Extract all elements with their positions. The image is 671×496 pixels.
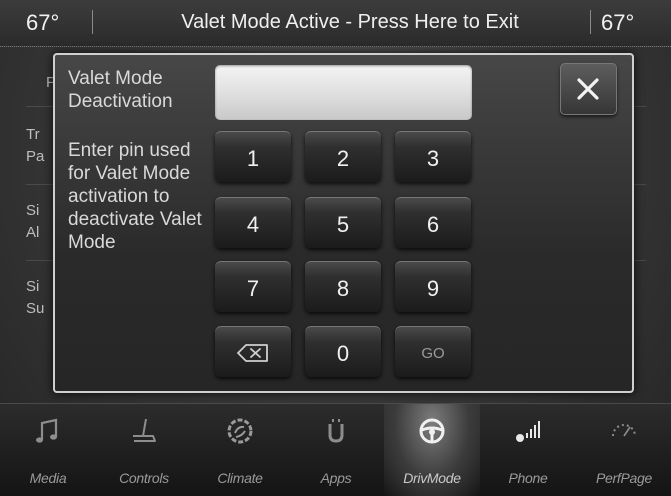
steering-wheel-icon [419, 418, 445, 444]
driver-temperature[interactable]: 67° [26, 10, 59, 36]
nav-label: DrivMode [403, 470, 461, 486]
dialog-instructions: Enter pin used for Valet Mode activation… [68, 140, 202, 253]
background-text: Si [26, 202, 40, 219]
close-button[interactable] [560, 63, 617, 115]
background-text: Tr [26, 126, 40, 143]
nav-phone[interactable]: Phone [480, 404, 576, 496]
bottom-nav: Media Controls Climate Apps DrivMode Pho… [0, 403, 671, 496]
nav-label: Apps [320, 470, 352, 486]
keypad-key-6[interactable]: 6 [395, 197, 471, 248]
background-text: Pa [26, 148, 45, 165]
keypad-key-2[interactable]: 2 [305, 131, 381, 182]
nav-label: Phone [508, 470, 548, 486]
background-text: Su [26, 300, 45, 317]
valet-mode-exit-banner[interactable]: Valet Mode Active - Press Here to Exit [150, 11, 550, 34]
nav-label: Climate [217, 470, 263, 486]
head-unit-screen: 67° Valet Mode Active - Press Here to Ex… [0, 0, 671, 496]
seat-icon [133, 418, 156, 442]
keypad-key-1[interactable]: 1 [215, 131, 291, 182]
nav-perfpage[interactable]: PerfPage [576, 404, 671, 496]
keypad-key-0[interactable]: 0 [305, 326, 381, 377]
keypad-key-8[interactable]: 8 [305, 261, 381, 312]
keypad-key-4[interactable]: 4 [215, 197, 291, 248]
background-text: Al [26, 224, 40, 241]
nav-label: Controls [119, 470, 169, 486]
phone-signal-icon [516, 421, 540, 442]
nav-apps[interactable]: Apps [288, 404, 384, 496]
nav-label: Media [29, 470, 67, 486]
nav-climate[interactable]: Climate [192, 404, 288, 496]
keypad-key-9[interactable]: 9 [395, 261, 471, 312]
dialog-title: Valet Mode Deactivation [68, 68, 173, 112]
pin-input[interactable] [215, 65, 472, 120]
divider [590, 10, 591, 34]
keypad-key-7[interactable]: 7 [215, 261, 291, 312]
passenger-temperature[interactable]: 67° [601, 10, 634, 36]
apps-icon [328, 419, 344, 443]
gauge-icon [612, 424, 636, 437]
close-icon [577, 78, 599, 100]
nav-media[interactable]: Media [0, 404, 96, 496]
nav-label: PerfPage [596, 470, 652, 486]
divider [92, 10, 93, 34]
nav-controls[interactable]: Controls [96, 404, 192, 496]
go-button[interactable]: GO [395, 326, 471, 377]
climate-icon [227, 418, 253, 444]
keypad-key-3[interactable]: 3 [395, 131, 471, 182]
nav-drivemode[interactable]: DrivMode [384, 404, 480, 496]
valet-deactivation-dialog: Valet Mode Deactivation Enter pin used f… [53, 53, 634, 393]
keypad-key-5[interactable]: 5 [305, 197, 381, 248]
status-bar: 67° Valet Mode Active - Press Here to Ex… [0, 0, 671, 47]
backspace-button[interactable] [215, 326, 291, 377]
music-note-icon [36, 418, 58, 443]
background-text: Si [26, 278, 40, 295]
backspace-icon [237, 344, 268, 362]
